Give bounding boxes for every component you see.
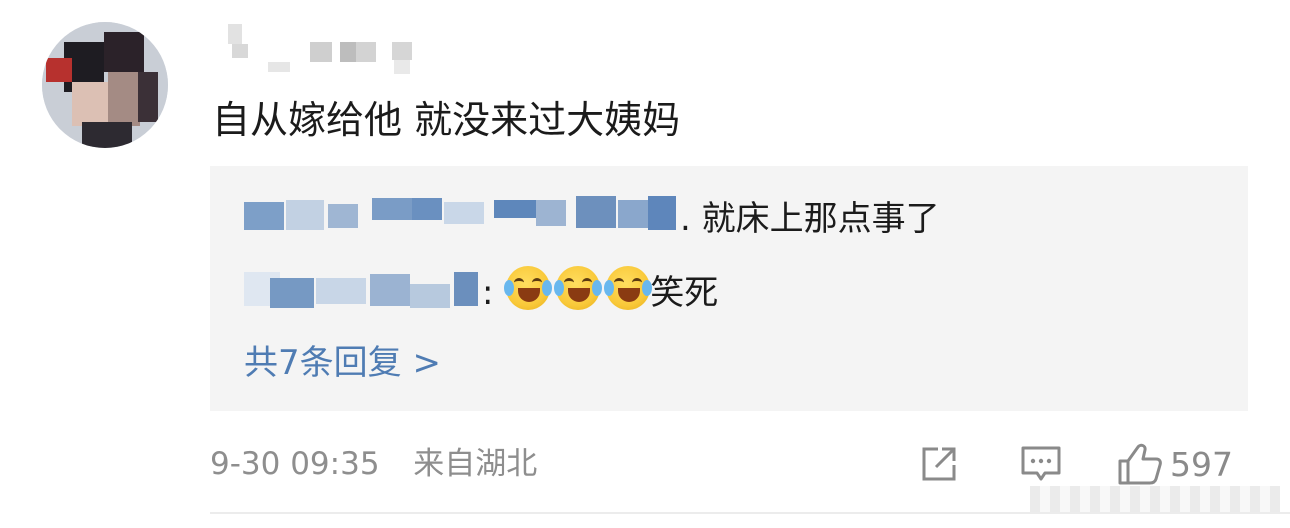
reply-author-redacted[interactable] [244,268,482,312]
reply-item[interactable]: : 笑死 [244,266,718,318]
laugh-cry-emoji-icon [604,266,653,310]
reply-text: . 就床上那点事了 [680,199,940,239]
reply-colon: : [482,273,494,313]
share-button[interactable] [918,441,962,487]
comment-text: 自从嫁给他 就没来过大姨妈 [212,98,681,142]
comment-meta: 9-30 09:35 来自湖北 [210,440,537,488]
username-redacted[interactable] [206,18,426,78]
like-count: 597 [1170,444,1233,484]
avatar[interactable] [42,22,168,148]
laugh-cry-emoji-icon [504,266,553,310]
reply-button[interactable] [1019,441,1063,487]
emoji-group [504,266,653,310]
timestamp: 9-30 09:35 [210,446,380,482]
view-more-replies-link[interactable]: 共7条回复 > [244,338,441,388]
thumbs-up-icon [1118,443,1162,485]
reply-preview-box[interactable]: . 就床上那点事了 : 笑死 共7条回复 > [210,166,1248,411]
share-icon [922,447,956,481]
reply-item[interactable]: . 就床上那点事了 [244,194,940,244]
like-button[interactable]: 597 [1116,441,1256,487]
location: 来自湖北 [413,446,538,482]
comment-icon [1021,446,1061,481]
laugh-cry-emoji-icon [554,266,603,310]
reply-author-redacted[interactable] [244,194,680,238]
reply-text: 笑死 [650,273,719,313]
divider [210,512,1290,514]
comment-card: 自从嫁给他 就没来过大姨妈 . 就床上那点事了: 笑死 共7条回复 > 9-3… [0,0,1290,528]
watermark [1030,486,1280,512]
